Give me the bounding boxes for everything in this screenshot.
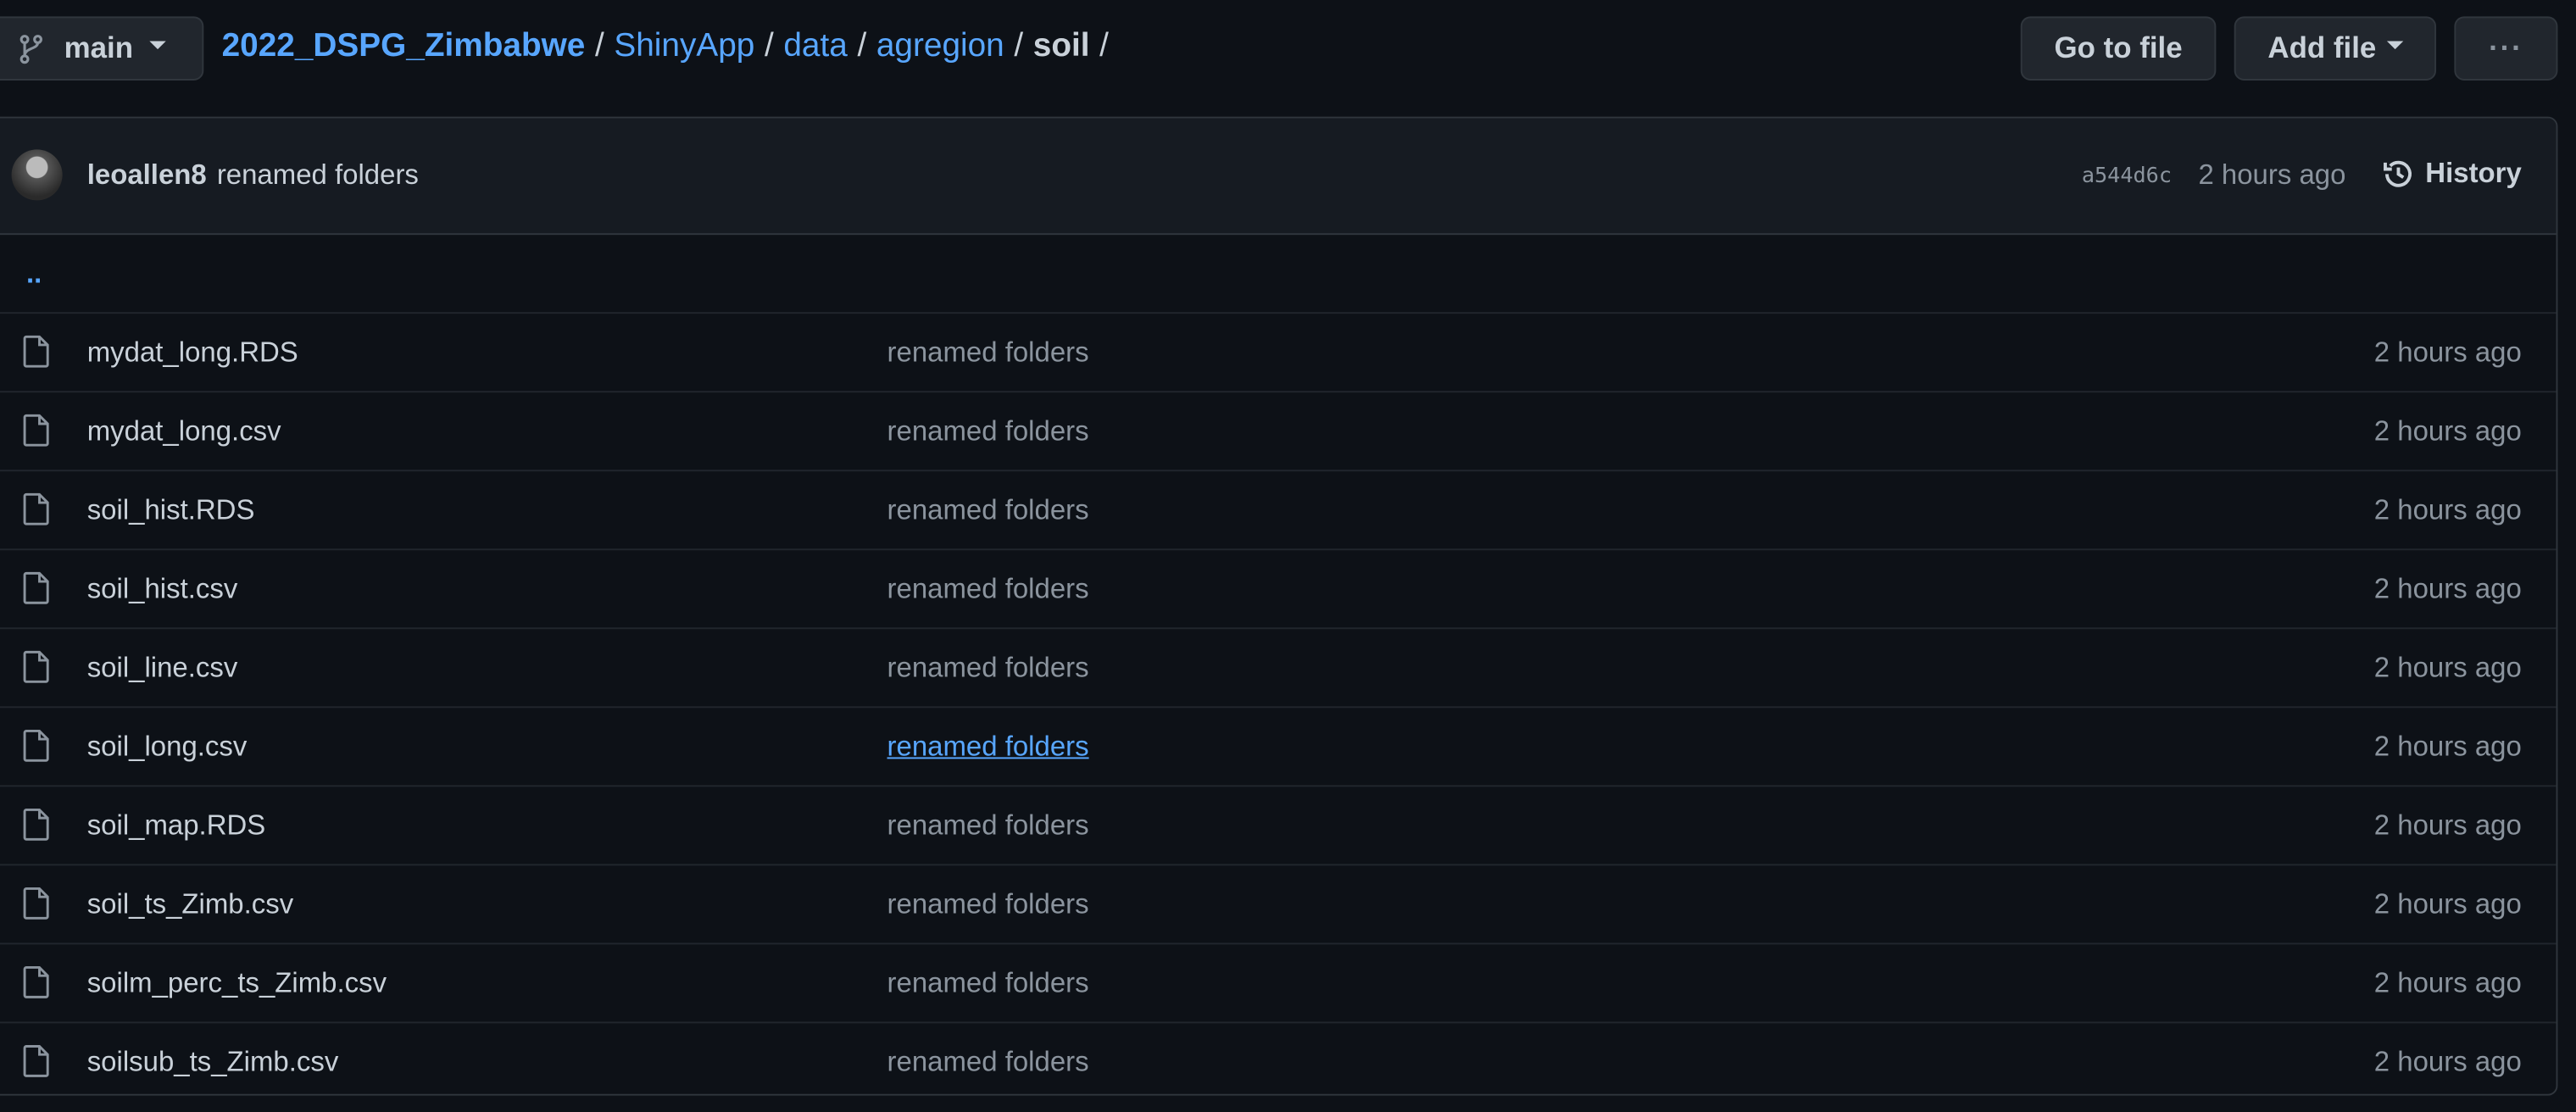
file-row[interactable]: soil_long.csv renamed folders 2 hours ag… [0, 708, 2557, 787]
file-row[interactable]: soil_map.RDS renamed folders 2 hours ago [0, 787, 2557, 866]
file-name-link[interactable]: soil_hist.RDS [87, 493, 255, 526]
file-commit-time: 2 hours ago [2373, 809, 2522, 841]
file-commit-message-link[interactable]: renamed folders [887, 730, 1089, 763]
file-name-link[interactable]: soil_map.RDS [87, 809, 266, 842]
file-icon [23, 571, 49, 604]
file-row[interactable]: soil_hist.RDS renamed folders 2 hours ag… [0, 471, 2557, 551]
breadcrumb-shinyapp[interactable]: ShinyApp [614, 28, 754, 64]
file-commit-message-link[interactable]: renamed folders [887, 493, 1089, 526]
breadcrumb-repo[interactable]: 2022_DSPG_Zimbabwe [222, 28, 586, 64]
file-commit-message-link[interactable]: renamed folders [887, 809, 1089, 842]
history-link[interactable]: History [2383, 158, 2522, 191]
file-name-link[interactable]: soil_line.csv [87, 651, 238, 684]
file-icon [23, 335, 49, 368]
commit-sha[interactable]: a544d6c [2082, 164, 2172, 189]
branch-select-button[interactable]: main [0, 16, 204, 81]
file-commit-message-link[interactable]: renamed folders [887, 336, 1089, 369]
file-name-link[interactable]: mydat_long.RDS [87, 336, 298, 369]
file-name-link[interactable]: soilm_perc_ts_Zimb.csv [87, 967, 387, 1000]
breadcrumb-separator: / [764, 27, 774, 64]
file-icon [23, 492, 49, 525]
caret-down-icon [149, 41, 166, 50]
file-commit-message-link[interactable]: renamed folders [887, 414, 1089, 448]
file-commit-message-link[interactable]: renamed folders [887, 1046, 1089, 1079]
add-file-button[interactable]: Add file [2234, 16, 2437, 81]
file-icon [23, 887, 49, 920]
file-row[interactable]: soil_line.csv renamed folders 2 hours ag… [0, 629, 2557, 709]
file-name-link[interactable]: soilsub_ts_Zimb.csv [87, 1046, 339, 1079]
history-label: History [2425, 158, 2522, 189]
breadcrumb-current: soil [1032, 27, 1090, 64]
file-row[interactable]: soilsub_ts_Zimb.csv renamed folders 2 ho… [0, 1023, 2557, 1093]
file-row[interactable]: soil_hist.csv renamed folders 2 hours ag… [0, 550, 2557, 630]
branch-name: main [64, 31, 134, 64]
commit-message[interactable]: renamed folders [217, 159, 419, 192]
commit-author[interactable]: leoallen8 [87, 159, 207, 192]
file-commit-time: 2 hours ago [2373, 336, 2522, 368]
file-row[interactable]: soil_ts_Zimb.csv renamed folders 2 hours… [0, 865, 2557, 945]
file-row[interactable]: mydat_long.csv renamed folders 2 hours a… [0, 392, 2557, 472]
git-branch-icon [19, 34, 43, 64]
breadcrumb-data[interactable]: data [783, 28, 847, 64]
file-commit-message-link[interactable]: renamed folders [887, 651, 1089, 684]
breadcrumb-separator: / [1014, 27, 1024, 64]
latest-commit-bar: leoallen8 renamed folders a544d6c 2 hour… [0, 118, 2557, 236]
file-commit-time: 2 hours ago [2373, 1045, 2522, 1077]
file-name-link[interactable]: soil_hist.csv [87, 572, 238, 605]
file-name-link[interactable]: soil_long.csv [87, 730, 248, 763]
avatar[interactable] [11, 149, 63, 201]
breadcrumb-separator: / [594, 27, 604, 64]
file-icon [23, 650, 49, 683]
file-name-link[interactable]: soil_ts_Zimb.csv [87, 887, 293, 920]
file-commit-time: 2 hours ago [2373, 730, 2522, 762]
file-commit-time: 2 hours ago [2373, 651, 2522, 683]
caret-down-icon [2385, 41, 2403, 50]
go-to-file-button[interactable]: Go to file [2020, 16, 2217, 81]
file-commit-message-link[interactable]: renamed folders [887, 887, 1089, 920]
file-commit-time: 2 hours ago [2373, 887, 2522, 920]
file-icon [23, 1045, 49, 1077]
file-commit-time: 2 hours ago [2373, 414, 2522, 447]
file-icon [23, 966, 49, 998]
file-row[interactable]: soilm_perc_ts_Zimb.csv renamed folders 2… [0, 944, 2557, 1024]
parent-directory-row[interactable]: .. [0, 235, 2557, 314]
more-options-button[interactable]: ··· [2454, 16, 2558, 81]
parent-directory-link[interactable]: .. [26, 257, 42, 290]
file-commit-time: 2 hours ago [2373, 966, 2522, 998]
file-row[interactable]: mydat_long.RDS renamed folders 2 hours a… [0, 314, 2557, 393]
file-icon [23, 729, 49, 762]
breadcrumb-agregion[interactable]: agregion [876, 28, 1004, 64]
breadcrumb: 2022_DSPG_Zimbabwe / ShinyApp / data / agregio… [222, 28, 1119, 66]
add-file-label: Add file [2267, 31, 2377, 64]
file-commit-message-link[interactable]: renamed folders [887, 967, 1089, 1000]
file-commit-time: 2 hours ago [2373, 493, 2522, 525]
history-icon [2384, 160, 2412, 187]
breadcrumb-separator: / [1099, 27, 1109, 64]
file-commit-message-link[interactable]: renamed folders [887, 572, 1089, 605]
file-commit-time: 2 hours ago [2373, 572, 2522, 604]
file-icon [23, 808, 49, 841]
file-icon [23, 414, 49, 447]
commit-time: 2 hours ago [2198, 158, 2346, 191]
file-name-link[interactable]: mydat_long.csv [87, 414, 281, 448]
file-browser: leoallen8 renamed folders a544d6c 2 hour… [0, 116, 2558, 1096]
breadcrumb-separator: / [857, 27, 867, 64]
